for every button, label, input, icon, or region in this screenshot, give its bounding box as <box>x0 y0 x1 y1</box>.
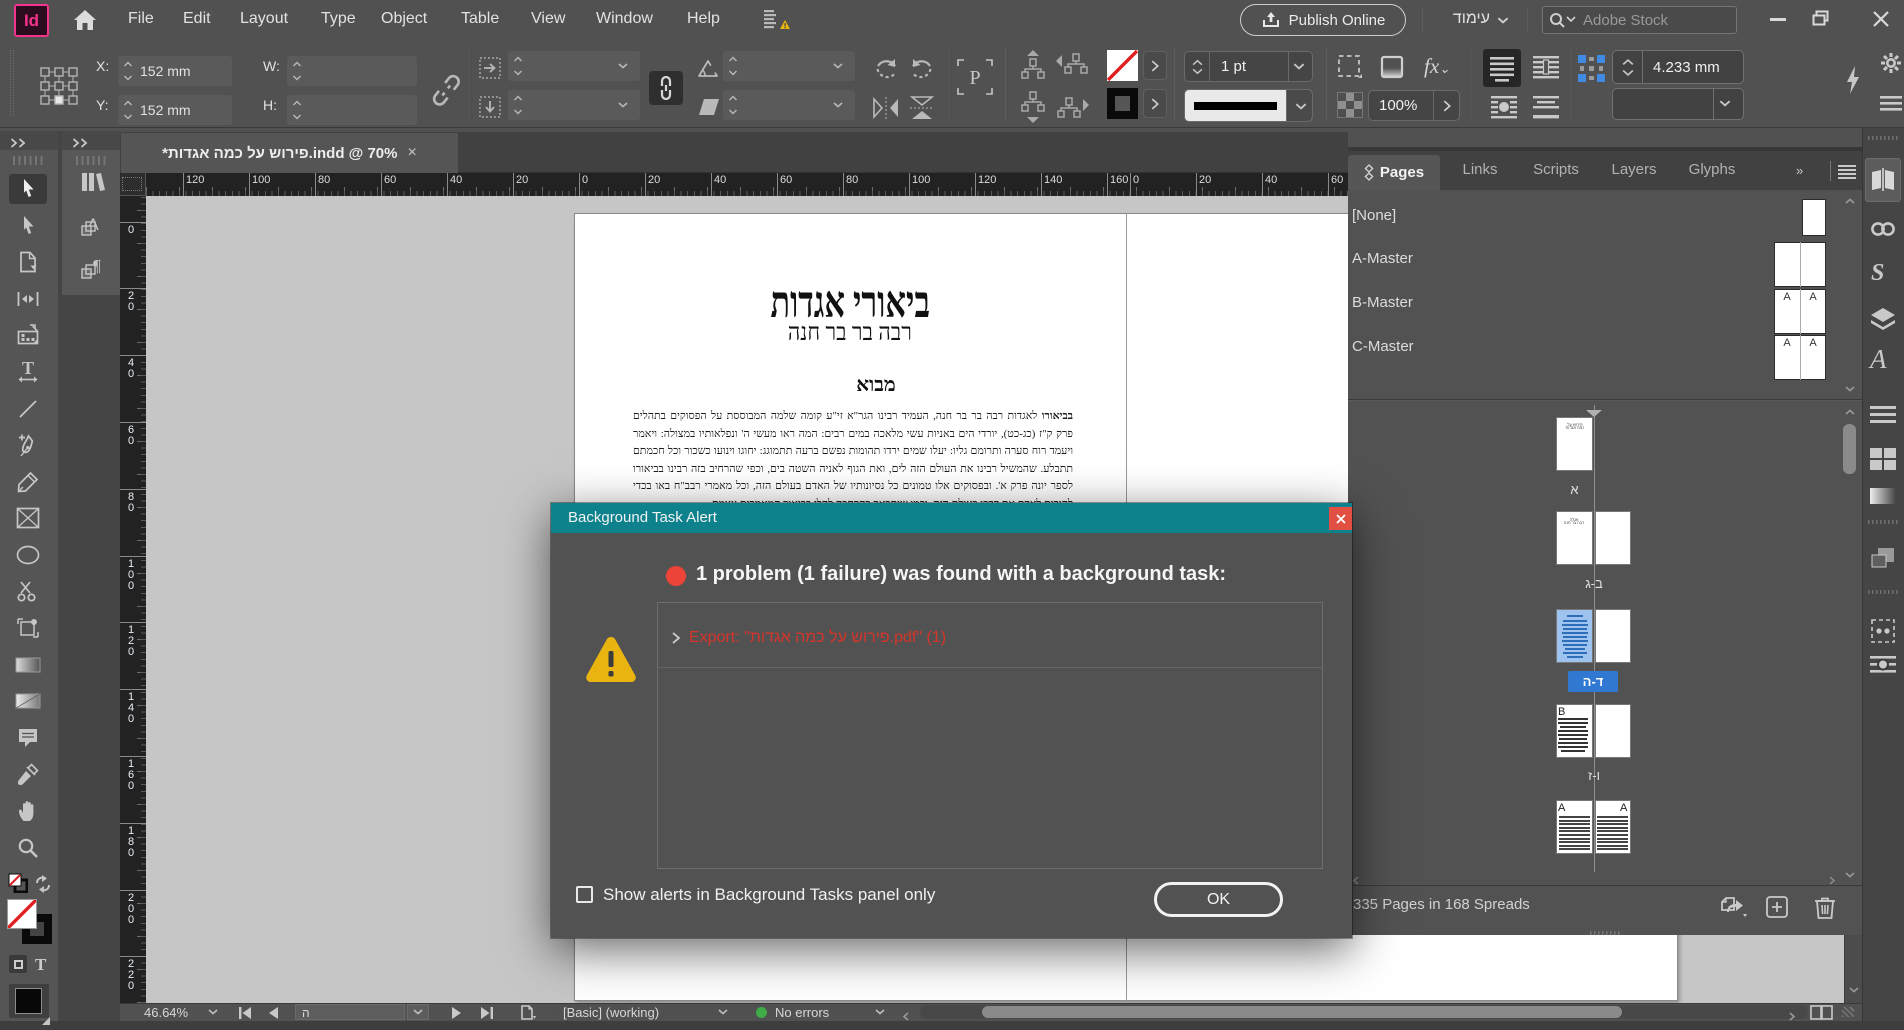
svg-text:T: T <box>22 360 34 378</box>
svg-text:P: P <box>969 67 980 89</box>
